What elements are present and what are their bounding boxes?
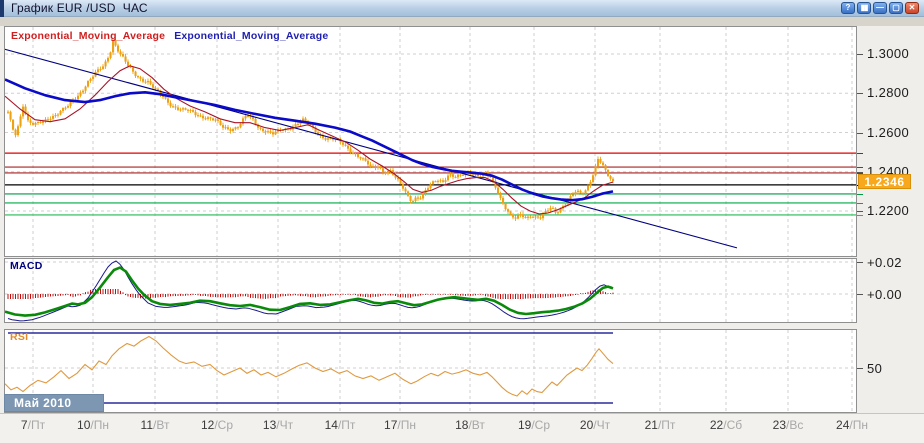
date-label: 17/Пн	[377, 418, 423, 432]
date-weekday: /Вт	[153, 418, 169, 432]
date-weekday: /Чт	[276, 418, 293, 432]
ema-fast-legend-label: Exponential_Moving_Average	[11, 30, 165, 42]
month-label: Май 2010	[4, 394, 104, 412]
rsi-label: RSI	[10, 331, 28, 343]
date-label: 13/Чт	[255, 418, 301, 432]
date-day: 12	[201, 418, 214, 432]
date-day: 18	[455, 418, 468, 432]
window-title: График EUR /USD ЧАС	[4, 1, 148, 15]
date-label: 14/Пт	[317, 418, 363, 432]
macd-axis-label-002: +0.02	[867, 255, 921, 270]
date-day: 14	[325, 418, 338, 432]
date-weekday: /Ср	[531, 418, 550, 432]
date-day: 20	[580, 418, 593, 432]
date-day: 19	[518, 418, 531, 432]
macd-axis-tick	[857, 294, 863, 295]
date-day: 24	[836, 418, 849, 432]
minimize-button[interactable]: —	[873, 2, 887, 14]
rsi-panel[interactable]: RSI	[4, 329, 857, 413]
rsi-axis-tick	[857, 368, 863, 369]
date-weekday: /Пт	[338, 418, 355, 432]
date-day: 10	[77, 418, 90, 432]
date-label: 19/Ср	[511, 418, 557, 432]
window-titlebar[interactable]: График EUR /USD ЧАС ?▮▮—▢✕	[0, 0, 924, 17]
date-day: 7	[21, 418, 28, 432]
price-axis-tick	[857, 93, 863, 94]
restore-button[interactable]: ▢	[889, 2, 903, 14]
date-label: 23/Вс	[765, 418, 811, 432]
price-line-tick	[857, 167, 863, 168]
date-label: 21/Пт	[637, 418, 683, 432]
ema-slow-legend-label: Exponential_Moving_Average	[174, 30, 328, 42]
price-axis-tick	[857, 211, 863, 212]
date-weekday: /Пт	[28, 418, 45, 432]
date-day: 13	[263, 418, 276, 432]
date-weekday: /Вс	[786, 418, 803, 432]
date-weekday: /Пн	[90, 418, 109, 432]
price-chart-panel[interactable]: Exponential_Moving_Average Exponential_M…	[4, 26, 857, 257]
current-price-tag: 1.2346	[858, 174, 911, 189]
macd-axis-tick	[857, 262, 863, 263]
date-weekday: /Вт	[468, 418, 484, 432]
price-chart-plot[interactable]	[5, 27, 856, 256]
price-axis-tick	[857, 54, 863, 55]
price-line-tick	[857, 215, 863, 216]
date-label: 22/Сб	[703, 418, 749, 432]
date-weekday: /Чт	[593, 418, 610, 432]
price-axis-label: 1.2800	[867, 85, 921, 100]
date-day: 11	[141, 418, 153, 432]
close-button[interactable]: ✕	[905, 2, 919, 14]
price-line-tick	[857, 194, 863, 195]
date-label: 11/Вт	[132, 418, 178, 432]
date-label: 10/Пн	[70, 418, 116, 432]
date-label: 12/Ср	[194, 418, 240, 432]
price-axis-label: 1.2600	[867, 125, 921, 140]
titlebar-gap	[0, 17, 924, 26]
date-label: 20/Чт	[572, 418, 618, 432]
pause-button[interactable]: ▮▮	[857, 2, 871, 14]
macd-panel[interactable]: MACD	[4, 258, 857, 323]
price-line-tick	[857, 203, 863, 204]
price-axis-label: 1.2200	[867, 203, 921, 218]
macd-label: MACD	[10, 260, 43, 272]
price-axis-label: 1.3000	[867, 46, 921, 61]
macd-plot[interactable]	[5, 259, 856, 322]
date-day: 21	[645, 418, 658, 432]
date-label: 18/Вт	[447, 418, 493, 432]
date-weekday: /Сб	[723, 418, 742, 432]
indicator-legend: Exponential_Moving_Average Exponential_M…	[11, 30, 328, 42]
date-day: 17	[384, 418, 397, 432]
price-line-tick	[857, 153, 863, 154]
chart-window: График EUR /USD ЧАС ?▮▮—▢✕ Exponential_M…	[0, 0, 924, 443]
rsi-plot[interactable]	[5, 330, 856, 412]
help-button[interactable]: ?	[841, 2, 855, 14]
macd-axis-label-000: +0.00	[867, 287, 921, 302]
date-weekday: /Пн	[397, 418, 416, 432]
date-label: 7/Пт	[10, 418, 56, 432]
window-controls: ?▮▮—▢✕	[841, 2, 924, 14]
date-day: 22	[710, 418, 723, 432]
date-day: 23	[773, 418, 786, 432]
date-weekday: /Ср	[214, 418, 233, 432]
date-weekday: /Пт	[658, 418, 675, 432]
date-axis: 7/Пт10/Пн11/Вт12/Ср13/Чт14/Пт17/Пн18/Вт1…	[0, 413, 924, 443]
date-weekday: /Пн	[849, 418, 868, 432]
date-label: 24/Пн	[829, 418, 875, 432]
rsi-axis-label-50: 50	[867, 361, 921, 376]
price-axis-tick	[857, 133, 863, 134]
